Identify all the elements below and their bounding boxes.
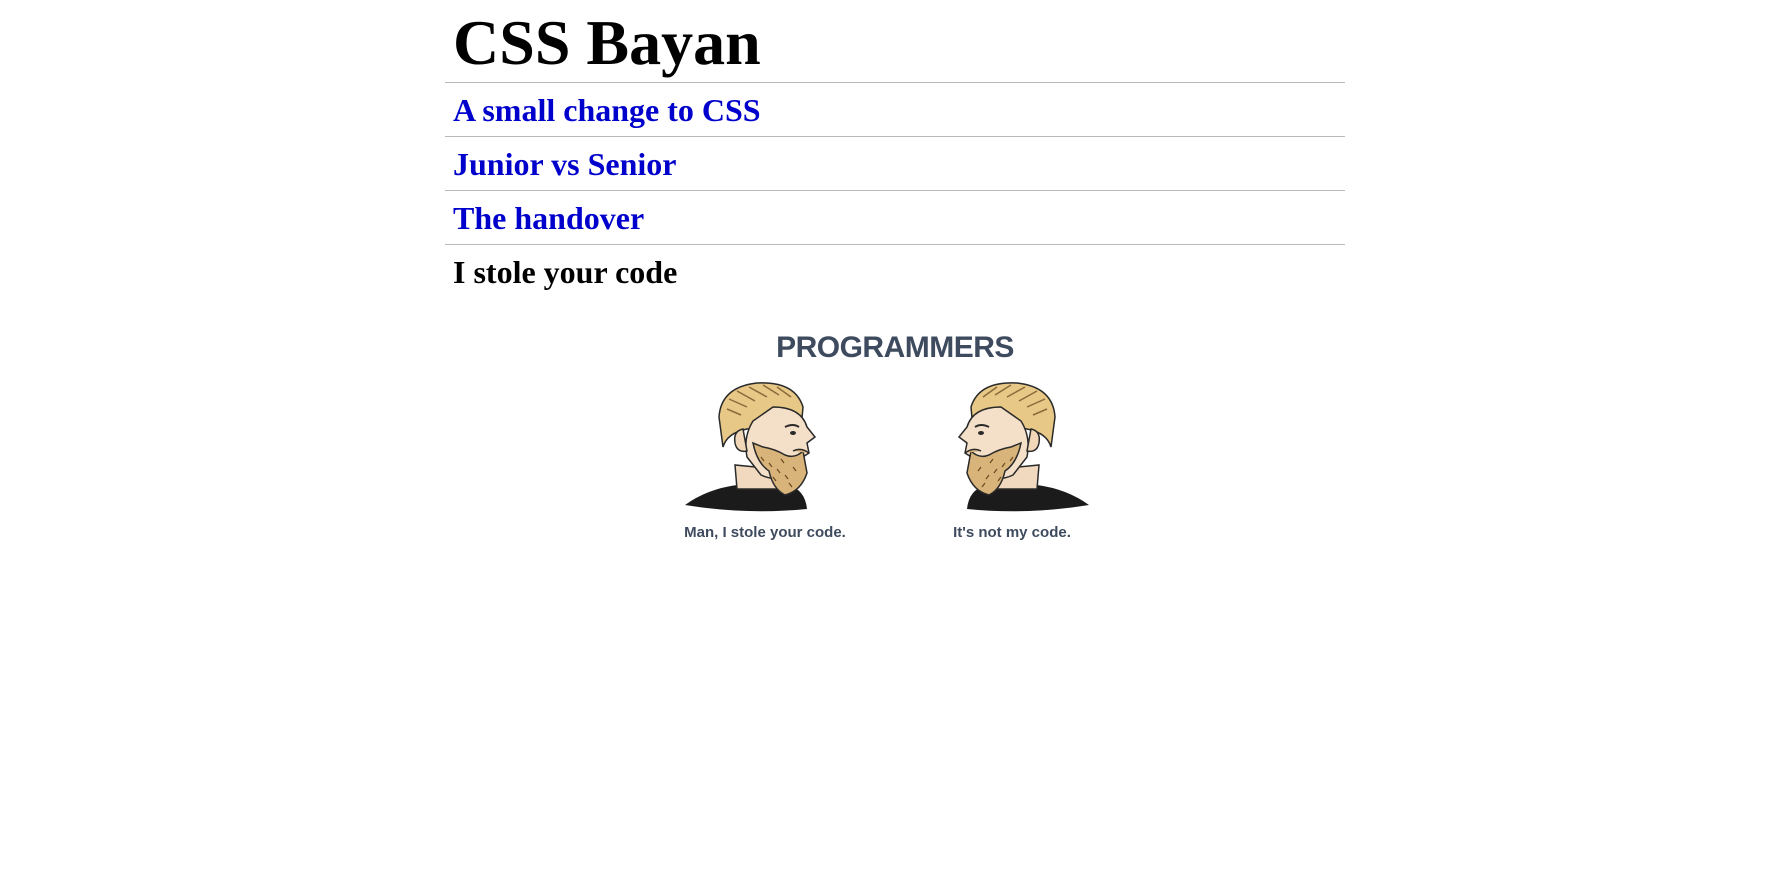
bearded-man-left-icon <box>677 377 847 517</box>
site-title: CSS Bayan <box>445 0 1345 83</box>
current-post-title: I stole your code <box>453 254 678 290</box>
post-link-small-change[interactable]: A small change to CSS <box>453 92 761 128</box>
page: CSS Bayan A small change to CSS Junior v… <box>445 0 1345 541</box>
post-link-handover[interactable]: The handover <box>453 200 644 236</box>
post-item-small-change: A small change to CSS <box>445 83 1345 137</box>
meme-image: PROGRAMMERS Man, I stole your code. It's… <box>675 325 1115 555</box>
post-list: A small change to CSS Junior vs Senior T… <box>445 83 1345 299</box>
meme-title: PROGRAMMERS <box>776 331 1014 364</box>
meme-caption-right: It's not my code. <box>953 524 1071 541</box>
bearded-man-right-icon <box>927 377 1097 517</box>
meme-caption-left: Man, I stole your code. <box>684 524 846 541</box>
post-link-junior-vs-senior[interactable]: Junior vs Senior <box>453 146 676 182</box>
post-item-handover: The handover <box>445 191 1345 245</box>
post-item-junior-vs-senior: Junior vs Senior <box>445 137 1345 191</box>
